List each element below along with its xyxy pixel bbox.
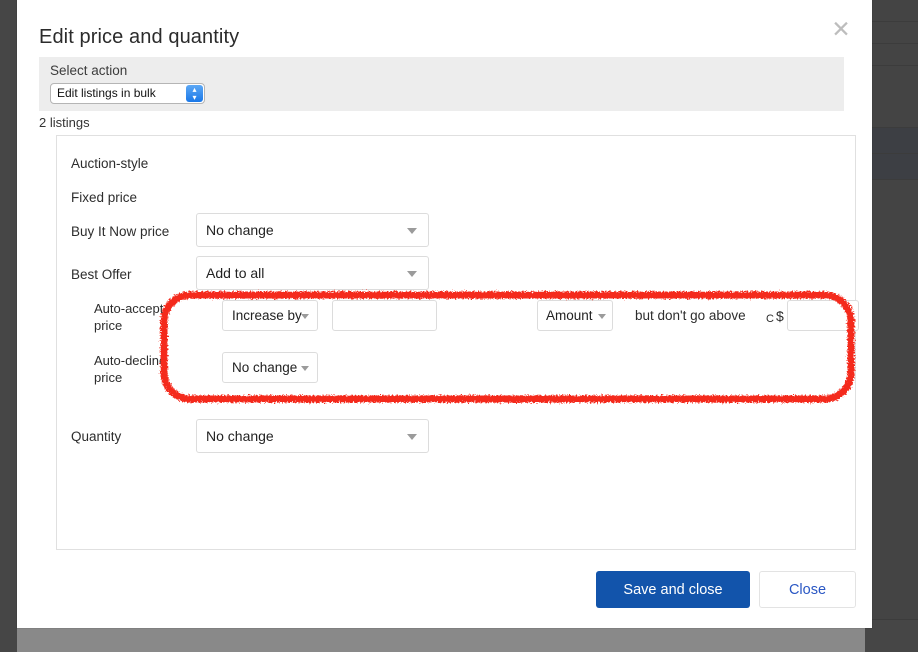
auto-decline-price-label-line1: Auto-decline (94, 353, 167, 368)
close-x-icon[interactable]: ✕ (828, 16, 854, 42)
chevron-down-icon (407, 271, 417, 277)
auto-accept-cap-input[interactable] (787, 300, 859, 331)
currency-symbol-dollar: $ (776, 308, 784, 324)
buy-it-now-price-label: Buy It Now price (71, 224, 170, 239)
listing-count: 2 listings (39, 115, 90, 130)
best-offer-value: Add to all (206, 265, 265, 281)
form-panel: Auction-style Fixed price Buy It Now pri… (56, 135, 859, 550)
chevron-down-icon (301, 366, 309, 371)
auto-decline-mode-dropdown[interactable]: No change (222, 352, 318, 383)
auto-accept-mode-dropdown[interactable]: Increase by (222, 300, 318, 331)
select-action-bar: Select action Edit listings in bulk ▴ ▾ (39, 57, 844, 111)
chevron-down-icon (598, 314, 606, 319)
auto-decline-mode-value: No change (232, 360, 298, 375)
auto-accept-mode-value: Increase by (232, 308, 302, 323)
auto-accept-price-label: Auto-accept price (94, 300, 184, 334)
currency-prefix-c: C (766, 313, 774, 325)
select-action-value: Edit listings in bulk (57, 86, 156, 100)
auto-accept-price-label-line1: Auto-accept (94, 301, 164, 316)
chevron-down-icon (301, 314, 309, 319)
best-offer-dropdown[interactable]: Add to all (196, 256, 429, 290)
section-heading-auction-style: Auction-style (71, 156, 149, 171)
auto-accept-amount-input[interactable] (332, 300, 437, 331)
auto-accept-unit-dropdown[interactable]: Amount (537, 300, 613, 331)
auto-decline-price-label: Auto-decline price (94, 352, 184, 386)
select-action-dropdown[interactable]: Edit listings in bulk ▴ ▾ (50, 83, 205, 104)
quantity-value: No change (206, 428, 274, 444)
section-heading-fixed-price: Fixed price (71, 190, 138, 205)
close-button[interactable]: Close (759, 571, 856, 608)
best-offer-label: Best Offer (71, 267, 132, 282)
edit-price-quantity-modal: ✕ Edit price and quantity Select action … (17, 0, 872, 628)
auto-decline-price-label-line2: price (94, 370, 123, 385)
save-and-close-button[interactable]: Save and close (596, 571, 750, 608)
select-action-label: Select action (50, 63, 128, 78)
chevron-down-icon (407, 434, 417, 440)
auto-accept-unit-value: Amount (546, 308, 593, 323)
buy-it-now-price-dropdown[interactable]: No change (196, 213, 429, 247)
page-title: Edit price and quantity (39, 26, 240, 48)
quantity-dropdown[interactable]: No change (196, 419, 429, 453)
buy-it-now-price-value: No change (206, 222, 274, 238)
stepper-down-icon: ▾ (192, 93, 197, 102)
auto-accept-price-label-line2: price (94, 318, 123, 333)
auto-accept-cap-text: but don't go above (635, 308, 746, 323)
quantity-label: Quantity (71, 429, 122, 444)
chevron-down-icon (407, 228, 417, 234)
stepper-arrows-icon: ▴ ▾ (186, 85, 203, 102)
